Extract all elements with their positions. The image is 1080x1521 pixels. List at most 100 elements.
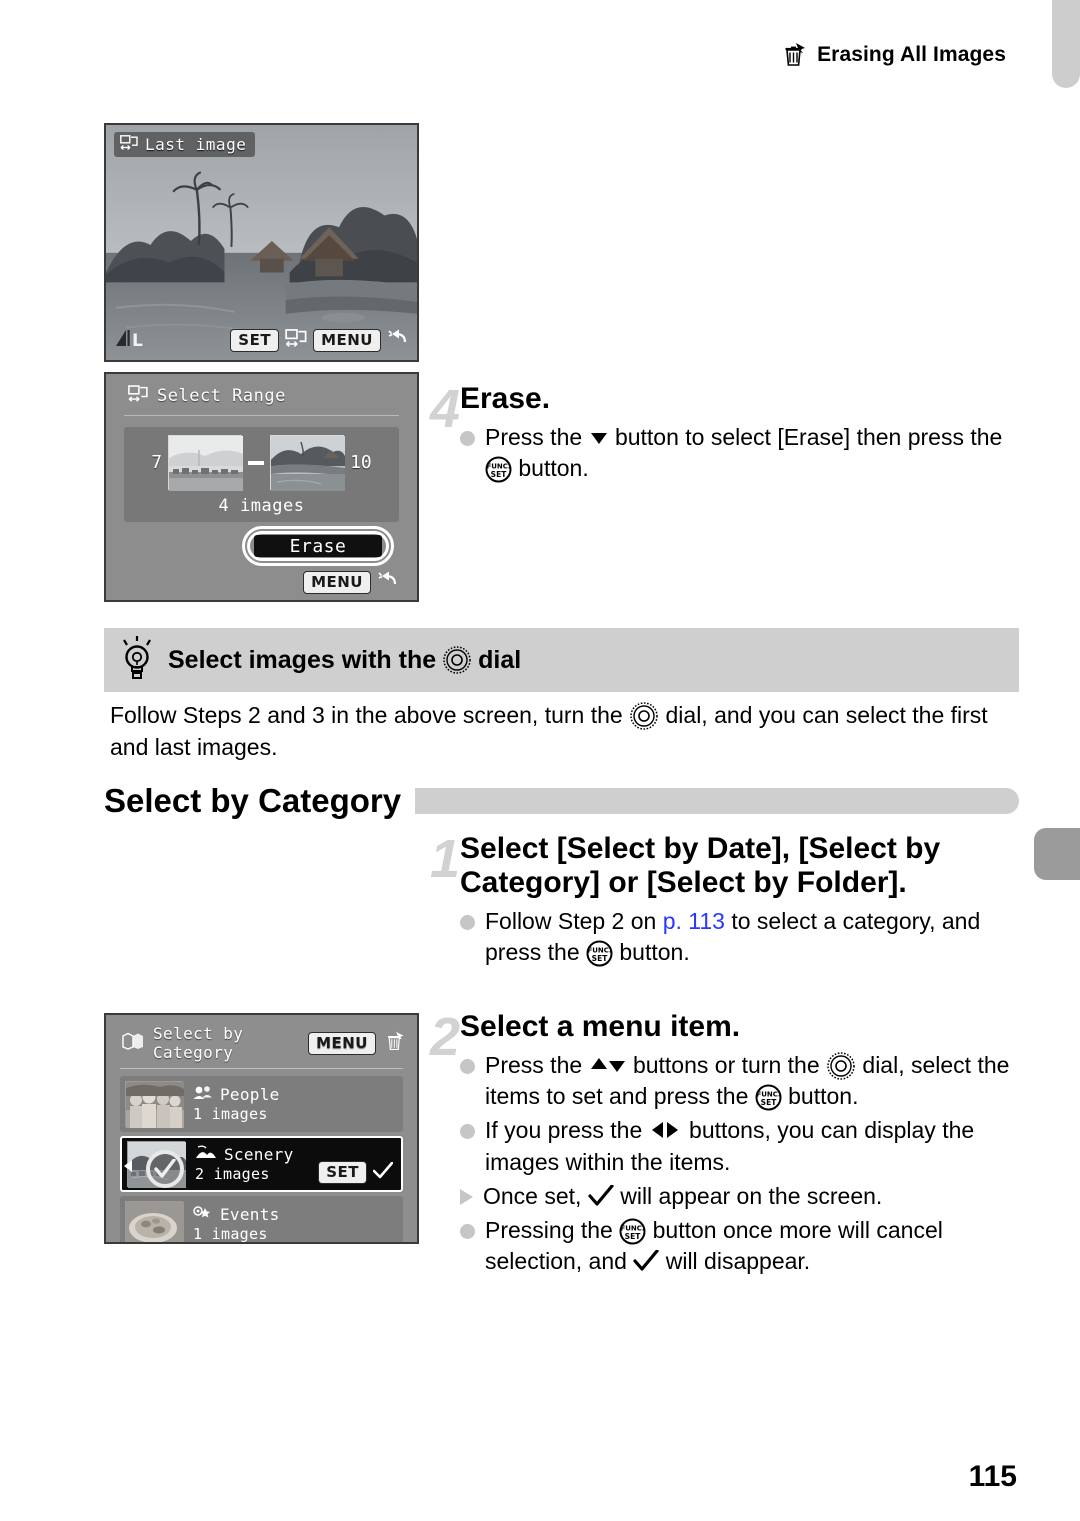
category-count: 2 images	[195, 1165, 270, 1183]
erase-all-icon	[783, 42, 807, 68]
category-count: 1 images	[193, 1225, 268, 1243]
tip-body: Follow Steps 2 and 3 in the above screen…	[110, 701, 988, 760]
left-right-buttons-icon	[649, 1117, 683, 1139]
step-4-body: Erase. Press the button to select [Erase…	[460, 382, 1020, 484]
func-set-button-icon: FUNC. SET	[485, 456, 512, 483]
events-icon	[193, 1205, 213, 1224]
select-range-menu-row: MENU	[303, 570, 399, 594]
step-2-bullet-3: Once set, will appear on the screen.	[460, 1181, 1025, 1212]
back-arrow-icon	[377, 570, 399, 594]
erase-all-icon	[385, 1030, 407, 1056]
range-thumbnails: 7 10	[124, 435, 399, 491]
step-4-number: 4	[430, 379, 461, 439]
category-row-people[interactable]: People 1 images	[120, 1076, 403, 1132]
step-1-body: Select [Select by Date], [Select by Cate…	[460, 832, 1020, 968]
menu-badge[interactable]: MENU	[303, 570, 371, 594]
back-arrow-icon	[387, 328, 409, 352]
step-1-bullet-1-text: Follow Step 2 on p. 113 to select a cate…	[485, 907, 981, 967]
svg-text:SET: SET	[491, 470, 508, 479]
down-arrow-icon	[589, 423, 609, 444]
divider	[124, 415, 399, 416]
svg-text:SET: SET	[625, 1232, 642, 1241]
range-dash	[248, 460, 265, 465]
range-last-thumbnail[interactable]	[270, 435, 346, 491]
last-image-bottom-bar: L SET MENU	[106, 324, 417, 360]
select-range-title: Select Range	[157, 386, 286, 406]
erase-button[interactable]: Erase	[254, 535, 382, 557]
bullet-dot-icon	[460, 914, 475, 930]
category-text: People 1 images	[193, 1085, 395, 1123]
category-name-row: Events	[193, 1205, 395, 1224]
left-arrow-icon[interactable]	[124, 1160, 132, 1172]
range-last-number: 10	[350, 452, 372, 473]
category-count: 1 images	[193, 1105, 268, 1123]
step-2-bullet-4: Pressing the FUNC. SET button once more …	[460, 1215, 1025, 1278]
step-2-bullet-4-text: Pressing the FUNC. SET button once more …	[485, 1217, 943, 1275]
step-4: 4 Erase. Press the button to select [Era…	[430, 382, 1020, 487]
step-2-bullet-3-text: Once set, will appear on the screen.	[483, 1182, 883, 1209]
erase-button-highlight: Erase	[242, 526, 394, 566]
menu-badge[interactable]: MENU	[313, 328, 381, 352]
category-row-actions: SET	[318, 1161, 394, 1186]
step-1-heading: Select [Select by Date], [Select by Cate…	[460, 832, 941, 899]
up-down-buttons-icon	[589, 1051, 627, 1072]
range-image-count: 4 images	[218, 496, 305, 516]
section-heading: Select by Category	[104, 782, 1019, 820]
set-badge[interactable]: SET	[230, 328, 280, 352]
step-2-bullet-1-text: Press the buttons or turn the dial, sele…	[485, 1051, 1010, 1111]
select-range-icon	[128, 385, 148, 407]
page-number: 115	[968, 1460, 1017, 1493]
range-first-thumbnail[interactable]	[168, 435, 244, 491]
scenery-icon	[195, 1145, 217, 1164]
select-range-title-row: Select Range	[106, 374, 417, 415]
section-bar	[415, 788, 1019, 814]
lcd-screen-last-image: Last image L SET MENU	[104, 123, 419, 362]
tip-box: Select images with the dial	[104, 628, 1019, 692]
lcd-screen-select-range: Select Range 7 10 4 images Erase MENU	[104, 372, 419, 602]
category-text: Events 1 images	[193, 1205, 395, 1243]
func-set-button-icon: FUNC. SET	[755, 1084, 782, 1111]
checkmark-icon	[372, 1161, 394, 1184]
step-1-bullet-1: Follow Step 2 on p. 113 to select a cate…	[460, 906, 1020, 969]
category-thumbnail	[125, 1201, 184, 1242]
step-4-bullet-1: Press the button to select [Erase] then …	[460, 422, 1020, 485]
step-2-bullet-1: Press the buttons or turn the dial, sele…	[460, 1050, 1025, 1113]
page-reference-link[interactable]: p. 113	[663, 908, 725, 934]
bullet-triangle-icon	[460, 1188, 473, 1205]
category-row-events[interactable]: Events 1 images	[120, 1196, 403, 1243]
lightbulb-icon	[120, 635, 154, 686]
range-first-number: 7	[151, 452, 163, 473]
divider	[120, 1068, 403, 1069]
step-1: 1 Select [Select by Date], [Select by Ca…	[430, 832, 1020, 971]
select-by-category-title-row: Select by Category MENU	[106, 1015, 417, 1068]
tip-title: Select images with the dial	[168, 645, 522, 675]
bullet-dot-icon	[460, 1224, 475, 1240]
category-text: Scenery 2 images	[195, 1145, 308, 1183]
image-quality-badge: L	[114, 326, 148, 354]
category-row-scenery[interactable]: Scenery 2 images SET	[120, 1136, 403, 1192]
category-name-row: People	[193, 1085, 395, 1104]
bullet-dot-icon	[460, 1058, 475, 1074]
category-name: Scenery	[224, 1145, 294, 1164]
func-set-button-icon: FUNC. SET	[619, 1218, 646, 1245]
set-badge[interactable]: SET	[318, 1161, 367, 1184]
checkmark-icon	[633, 1249, 659, 1272]
last-image-label-chip: Last image	[114, 132, 256, 157]
index-tab-side	[1034, 828, 1080, 880]
select-range-icon	[285, 329, 307, 351]
svg-text:L: L	[132, 331, 143, 350]
step-4-heading: Erase.	[460, 382, 551, 415]
control-dial-icon	[629, 701, 659, 731]
select-range-icon	[120, 135, 138, 154]
section-title: Select by Category	[104, 782, 402, 819]
category-name-row: Scenery	[195, 1145, 308, 1164]
step-2-bullet-2-text: If you press the buttons, you can displa…	[485, 1117, 975, 1175]
step-4-bullet-1-text: Press the button to select [Erase] then …	[485, 423, 1003, 483]
lcd-screen-select-by-category: Select by Category MENU People 1 images …	[104, 1013, 419, 1244]
menu-badge[interactable]: MENU	[308, 1031, 376, 1055]
step-2-heading: Select a menu item.	[460, 1010, 741, 1043]
control-dial-icon	[442, 645, 472, 675]
bullet-dot-icon	[460, 1124, 475, 1140]
category-thumbnail	[125, 1081, 184, 1128]
step-2-bullet-2: If you press the buttons, you can displa…	[460, 1115, 1025, 1178]
